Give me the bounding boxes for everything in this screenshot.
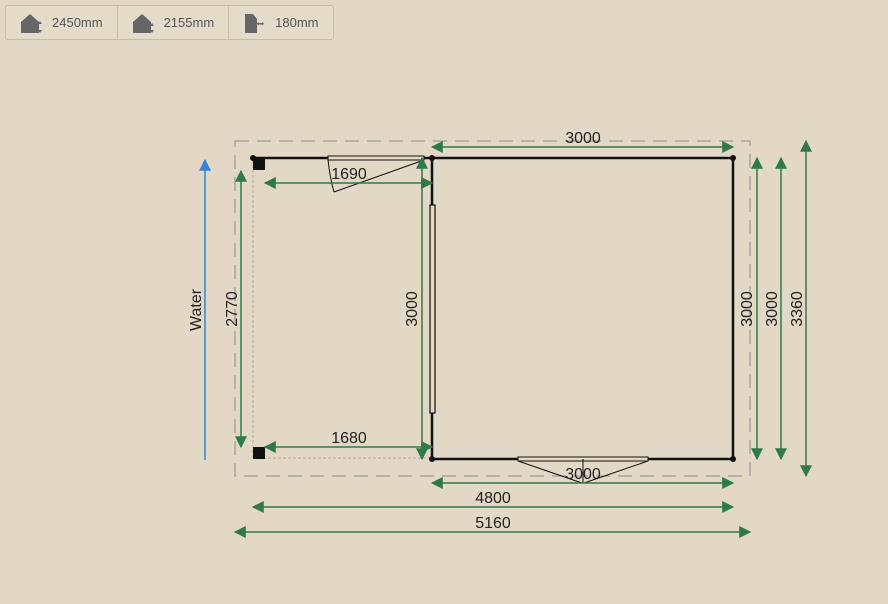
water-label: Water [188, 288, 205, 331]
post-top [253, 158, 265, 170]
dim-porch-top: 1690 [331, 166, 367, 183]
dim-total-inner: 4800 [475, 490, 511, 507]
dim-right-inner: 3000 [739, 291, 756, 327]
dim-front-wall: 3000 [404, 291, 421, 327]
post-bottom [253, 447, 265, 459]
dim-right-mid: 3000 [764, 291, 781, 327]
window [429, 204, 436, 414]
dim-porch-bottom: 1680 [331, 430, 367, 447]
dim-porch-depth: 2770 [224, 291, 241, 327]
dim-total-outer: 5160 [475, 515, 511, 532]
dim-door-width: 3000 [565, 466, 601, 483]
cabin-walls [430, 156, 735, 461]
floor-plan: Water 3000 1690 1680 2770 3000 3000 3000… [188, 130, 812, 538]
roof-outline [234, 140, 751, 477]
dim-top-width: 3000 [565, 130, 601, 147]
dim-right-outer: 3360 [789, 291, 806, 327]
